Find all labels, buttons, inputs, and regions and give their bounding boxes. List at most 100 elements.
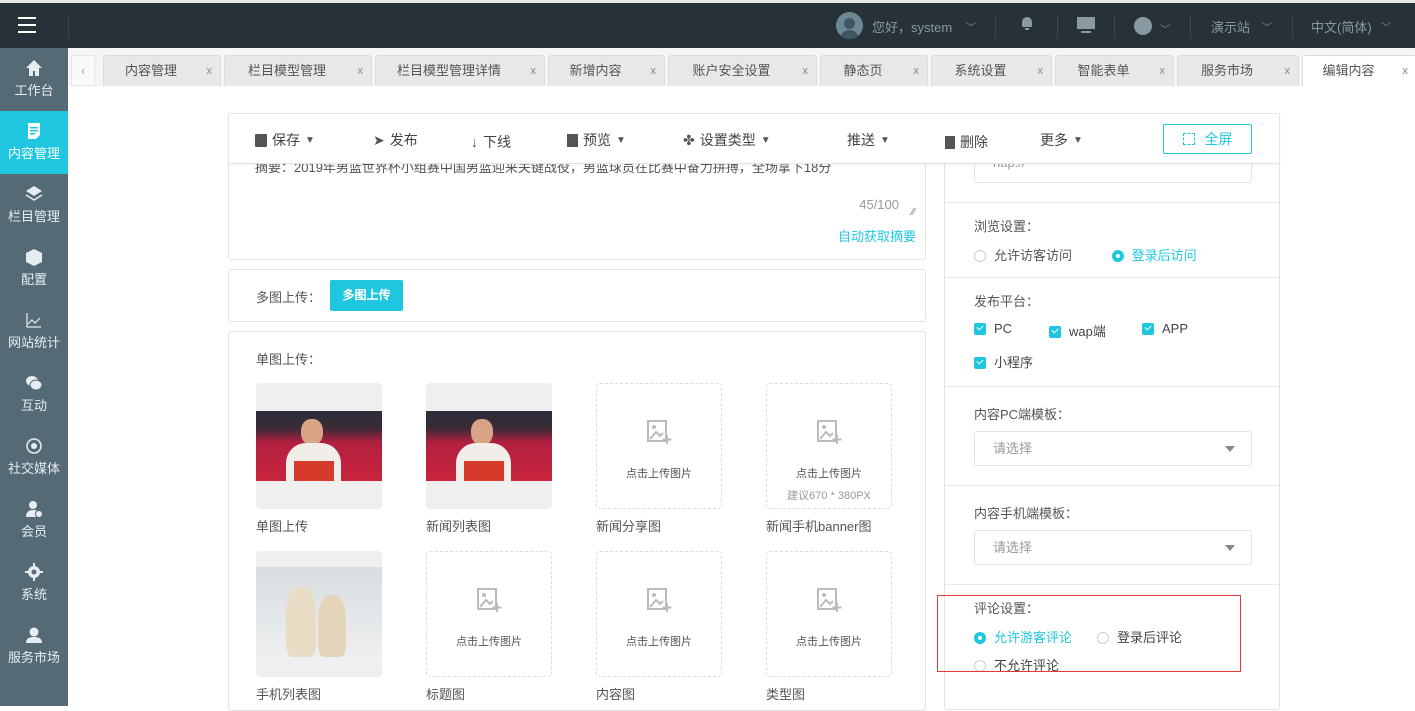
image-upload-icon [817,420,842,444]
sidebar-item-8[interactable]: 系统 [0,552,68,615]
settings-panel: http:// 浏览设置： 允许访客访问 登录后访问 发布平台： PC wap端… [944,140,1280,710]
mobile-template-select[interactable]: 请选择 [974,530,1252,565]
tab-7[interactable]: 智能表单 x [1055,55,1174,86]
fullscreen-button[interactable]: 全屏 [1163,124,1252,154]
save-button[interactable]: 保存 ▼ [255,130,315,150]
delete-button[interactable]: 删除 [945,132,988,152]
close-icon[interactable]: x [914,56,920,86]
tab-3[interactable]: 新增内容 x [548,55,665,86]
tab-0[interactable]: 内容管理 x [103,55,221,86]
mobile-template-value: 请选择 [993,540,1033,555]
member-icon [26,501,43,518]
radio-allow-guest-comment[interactable]: 允许游客评论 [974,627,1072,646]
tab-8[interactable]: 服务市场 x [1177,55,1299,86]
close-icon[interactable]: x [358,56,364,86]
caret-down-icon: ▼ [305,134,315,146]
close-icon[interactable]: x [531,56,537,86]
chevron-down-icon[interactable]: ﹀ [1160,21,1170,36]
caret-down-icon [1225,545,1235,551]
radio-allow-guest[interactable]: 允许访客访问 [974,248,1072,263]
language-selector[interactable]: 中文(简体) [1311,17,1372,36]
radio-login-comment[interactable]: 登录后评论 [1097,627,1182,646]
image-upload-card[interactable]: 点击上传图片 [596,383,722,509]
divider [1190,16,1191,38]
push-button[interactable]: 推送 ▼ [847,130,890,150]
sidebar-item-1[interactable]: 内容管理 [0,111,68,174]
monitor-icon[interactable] [1077,17,1095,33]
sidebar-item-3[interactable]: 配置 [0,237,68,300]
chevron-down-icon[interactable]: ﹀ [966,19,976,34]
palette-icon[interactable] [1134,17,1152,35]
auto-summary-link[interactable]: 自动获取摘要 [838,226,916,245]
send-icon: ➤ [373,131,385,148]
menu-toggle-icon[interactable] [18,17,36,33]
tab-6[interactable]: 系统设置 x [931,55,1052,86]
user-greeting[interactable]: 您好，system [872,17,952,36]
radio-login-required[interactable]: 登录后访问 [1111,248,1197,263]
chevron-down-icon[interactable]: ﹀ [1381,19,1391,34]
sidebar-item-5[interactable]: 互动 [0,363,68,426]
bell-icon[interactable] [1022,17,1032,30]
image-upload-icon [477,588,502,612]
tab-9[interactable]: 编辑内容 x [1302,55,1415,86]
tab-2[interactable]: 栏目模型管理详情 x [375,55,545,86]
upload-text: 点击上传图片 [456,636,522,648]
sidebar-item-0[interactable]: 工作台 [0,48,68,111]
close-icon[interactable]: x [651,56,657,86]
preview-icon [567,133,578,147]
summary-char-count: 45/100 [859,197,899,212]
image-upload-card[interactable] [426,383,552,509]
checkbox-wap[interactable]: wap端 [1049,321,1106,340]
preview-button[interactable]: 预览 ▼ [567,130,626,150]
tab-1[interactable]: 栏目模型管理 x [224,55,372,86]
close-icon[interactable]: x [1160,56,1166,86]
publish-button[interactable]: ➤ 发布 [373,130,418,150]
image-upload-card[interactable]: 点击上传图片 [426,551,552,677]
publish-label: 发布 [389,132,418,148]
tab-5[interactable]: 静态页 x [820,55,928,86]
editor-toolbar: 保存 ▼ ➤ 发布 ↓ 下线 预览 ▼ ✤ 设置类型 ▼ 推送 ▼ 删除 更多 ▼ 全屏 [228,113,1280,164]
multi-upload-label: 多图上传： [256,290,322,305]
sidebar-item-7[interactable]: 会员 [0,489,68,552]
set-type-button[interactable]: ✤ 设置类型 ▼ [683,130,771,150]
divider [1292,16,1293,38]
uploaded-photo [256,567,382,663]
tab-4[interactable]: 账户安全设置 x [668,55,817,86]
avatar[interactable] [836,12,863,39]
resize-handle-icon[interactable]: ⁄⁄ [912,207,915,218]
tab-scroll-left-button[interactable]: ‹ [71,55,95,86]
image-upload-card[interactable] [256,383,382,509]
sidebar-item-6[interactable]: 社交媒体 [0,426,68,489]
sidebar-item-9[interactable]: 服务市场 [0,615,68,678]
sidebar-item-2[interactable]: 栏目管理 [0,174,68,237]
close-icon[interactable]: x [1285,56,1291,86]
divider [945,202,1279,203]
pc-template-select[interactable]: 请选择 [974,431,1252,466]
sidebar-item-4[interactable]: 网站统计 [0,300,68,363]
tab-bar: ‹ 内容管理 x 栏目模型管理 x 栏目模型管理详情 x 新增内容 x 账户安全设置 x 静态页 x 系… [68,48,1415,86]
close-icon[interactable]: x [1403,56,1409,86]
image-upload-card[interactable]: 点击上传图片 [596,551,722,677]
checkbox-app[interactable]: APP [1142,321,1188,336]
offline-button[interactable]: ↓ 下线 [471,132,511,152]
tab-label: 系统设置 [954,63,1007,78]
site-selector[interactable]: 演示站 [1211,17,1250,36]
tab-label: 智能表单 [1077,63,1130,78]
chevron-down-icon[interactable]: ﹀ [1262,19,1272,34]
close-icon[interactable]: x [207,56,213,86]
divider [945,277,1279,278]
single-upload-label: 单图上传： [256,352,322,367]
close-icon[interactable]: x [803,56,809,86]
divider [1057,16,1058,38]
multi-upload-button[interactable]: 多图上传 [330,280,403,311]
image-upload-card[interactable] [256,551,382,677]
image-upload-card[interactable]: 点击上传图片 [766,551,892,677]
checkbox-pc[interactable]: PC [974,321,1012,336]
upload-size-hint: 建议670 * 380PX [787,490,871,502]
checkbox-mini-program[interactable]: 小程序 [974,352,1033,371]
close-icon[interactable]: x [1038,56,1044,86]
image-upload-card[interactable]: 点击上传图片 建议670 * 380PX [766,383,892,509]
image-caption: 新闻手机banner图 [766,519,872,534]
radio-no-comment[interactable]: 不允许评论 [974,655,1059,674]
more-button[interactable]: 更多 ▼ [1040,130,1083,150]
